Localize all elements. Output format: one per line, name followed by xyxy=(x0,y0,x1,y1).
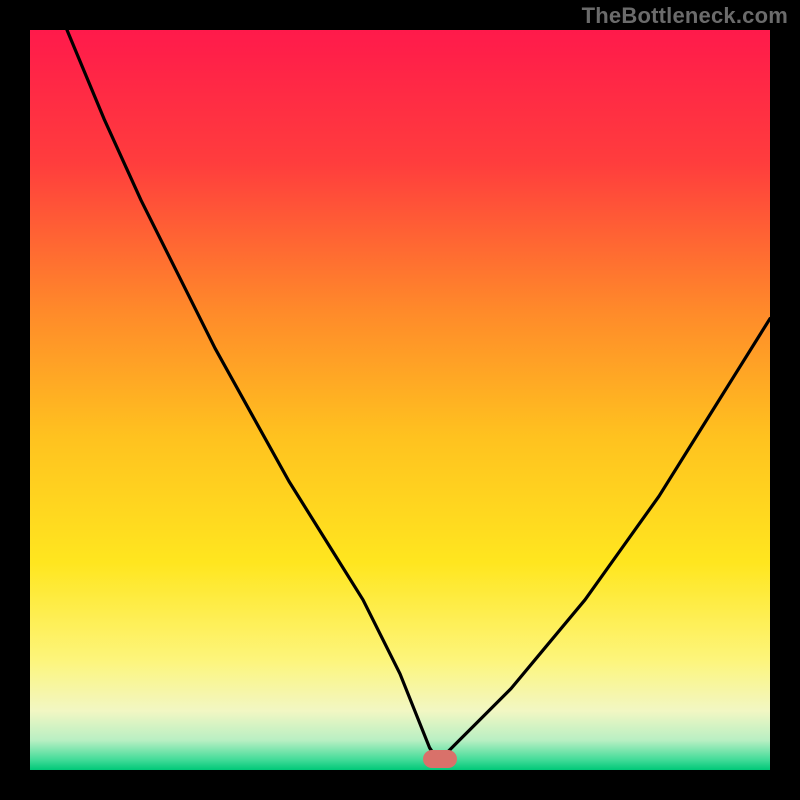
bottleneck-curve xyxy=(30,30,770,770)
watermark-text: TheBottleneck.com xyxy=(582,3,788,29)
chart-frame: TheBottleneck.com xyxy=(0,0,800,800)
optimum-marker xyxy=(423,750,457,768)
plot-area xyxy=(30,30,770,770)
